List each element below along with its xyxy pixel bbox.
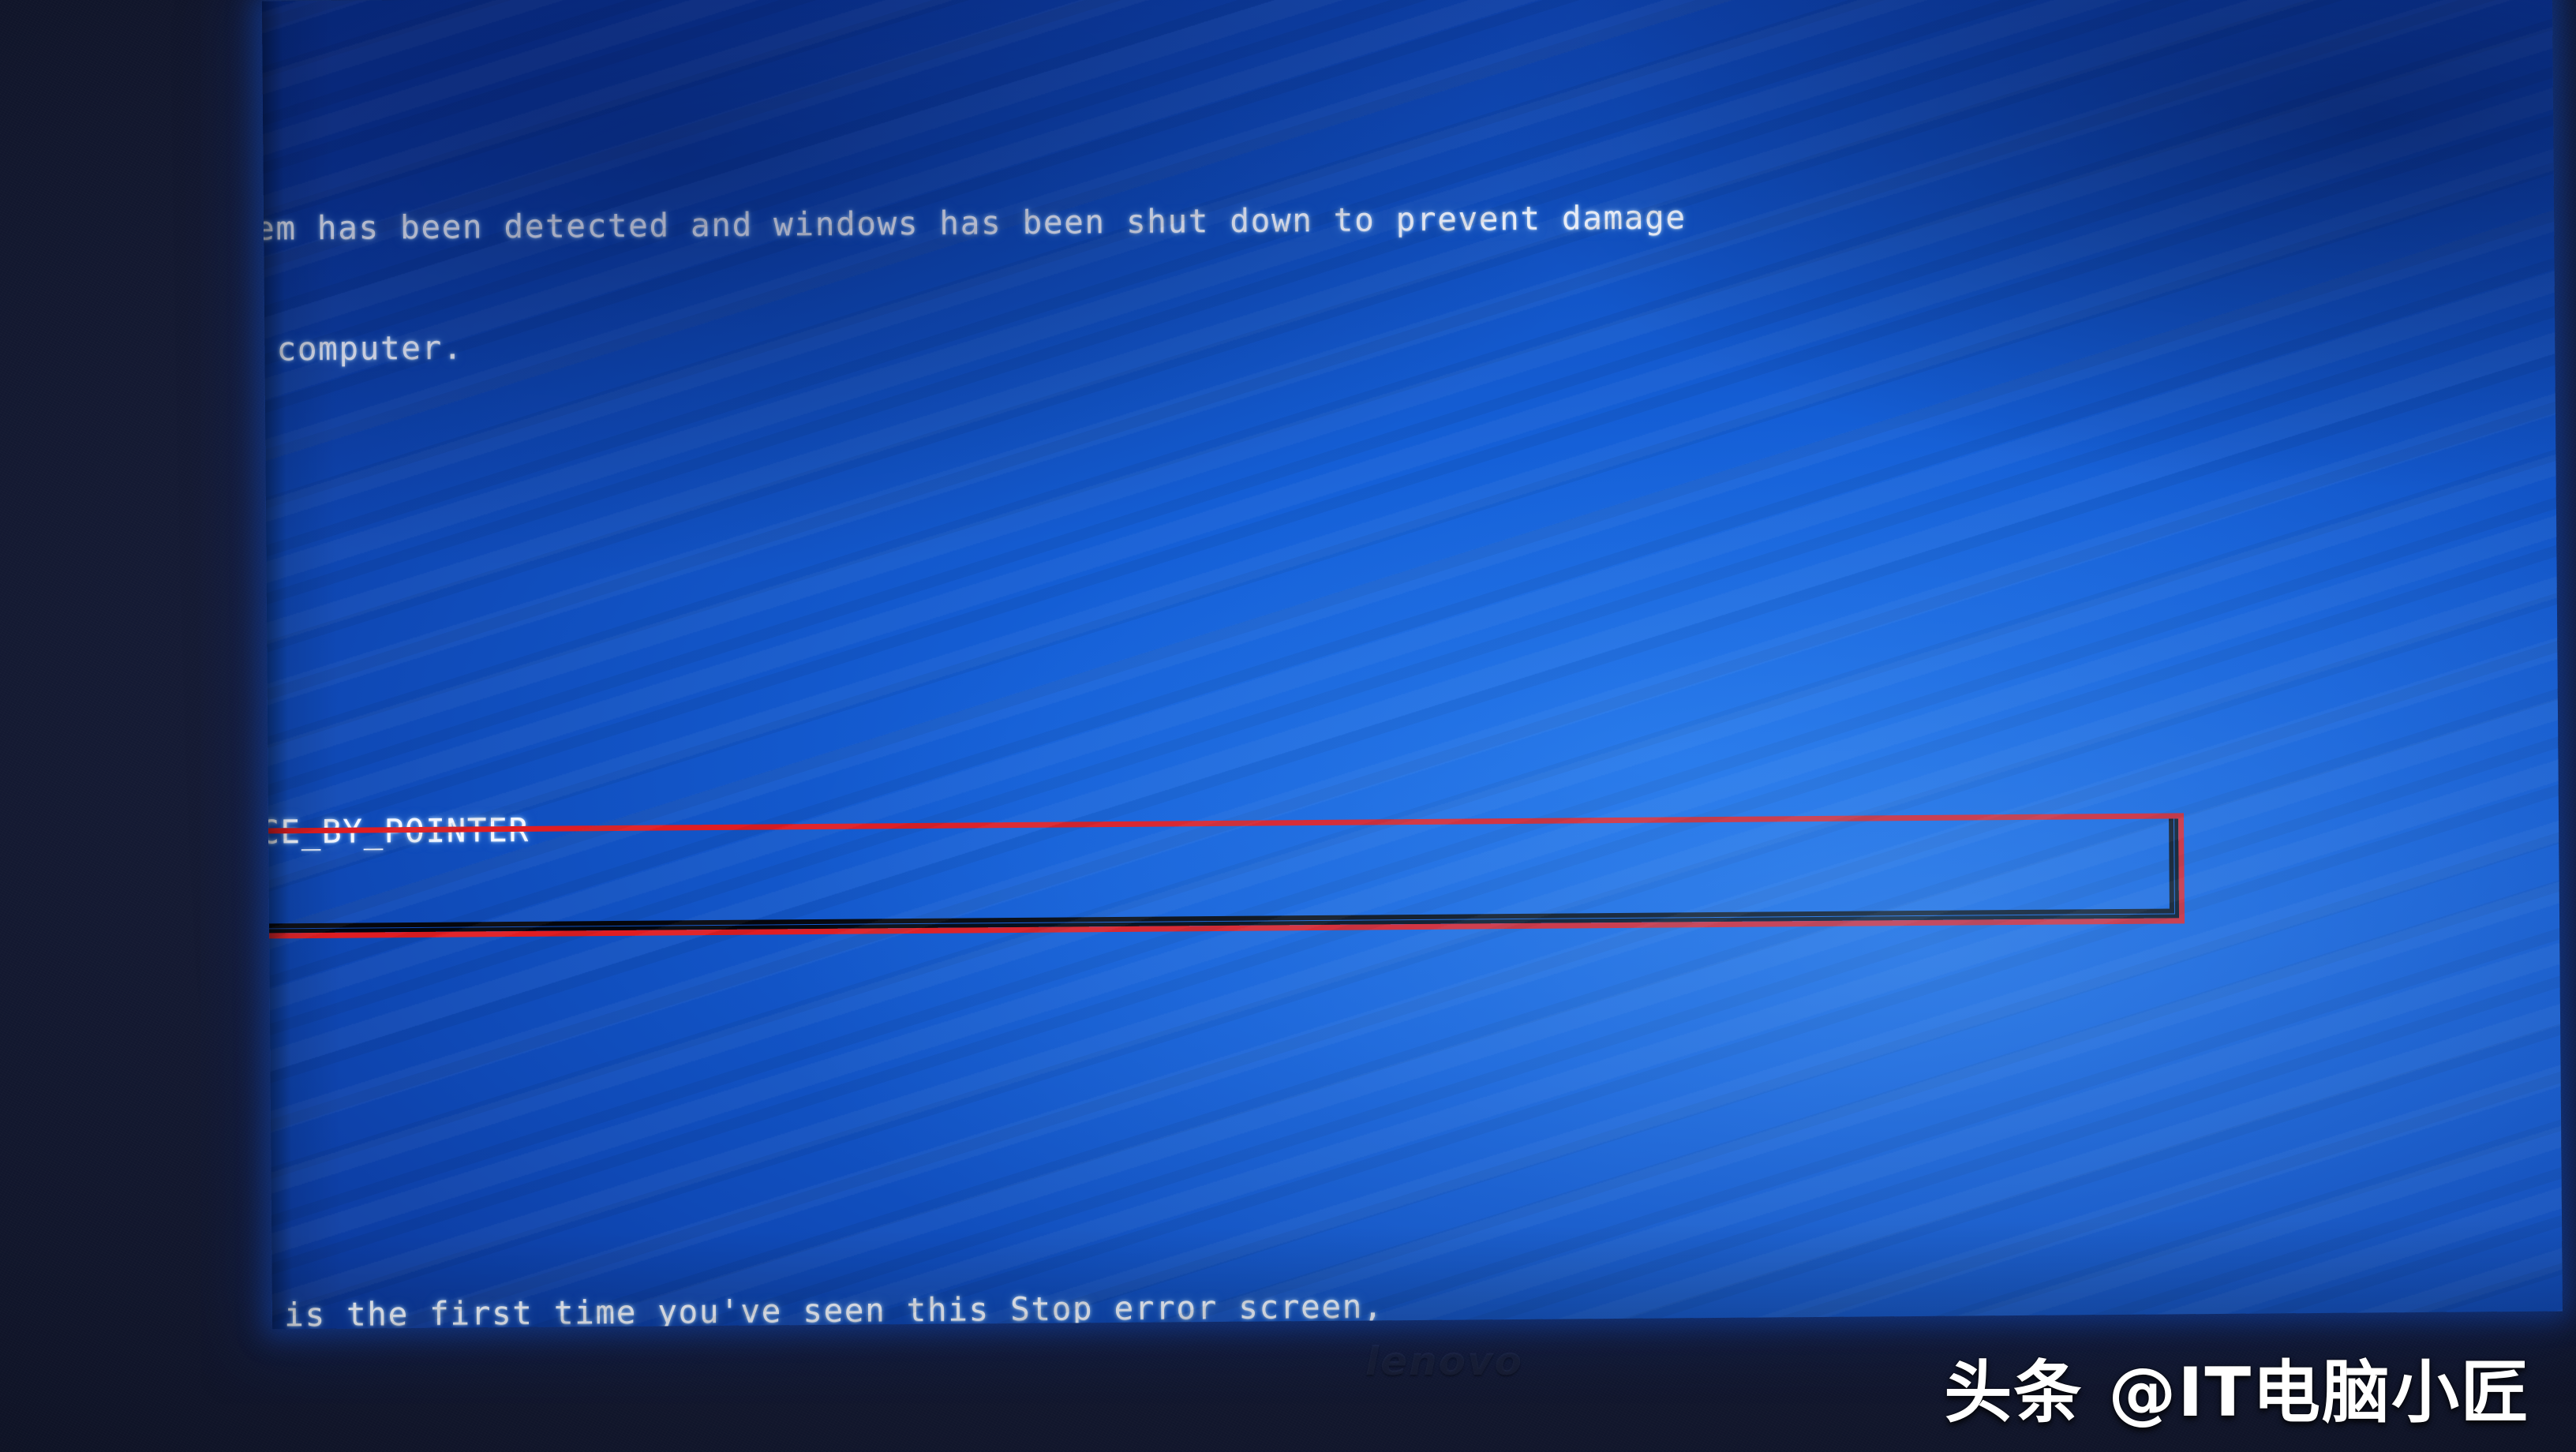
screen-moire-overlay [261,0,2563,1330]
laptop-photo: lenovo A problem has been detected and w… [0,0,2576,1452]
screen-vignette [261,0,2563,1330]
watermark-text: 头条 @IT电脑小匠 [1944,1353,2530,1432]
laptop-screen: A problem has been detected and windows … [261,0,2563,1330]
lenovo-brand-logo: lenovo [1365,1338,1523,1384]
screen-backlight-glow [261,0,2563,1330]
stop-code-highlight-box [261,813,2185,940]
